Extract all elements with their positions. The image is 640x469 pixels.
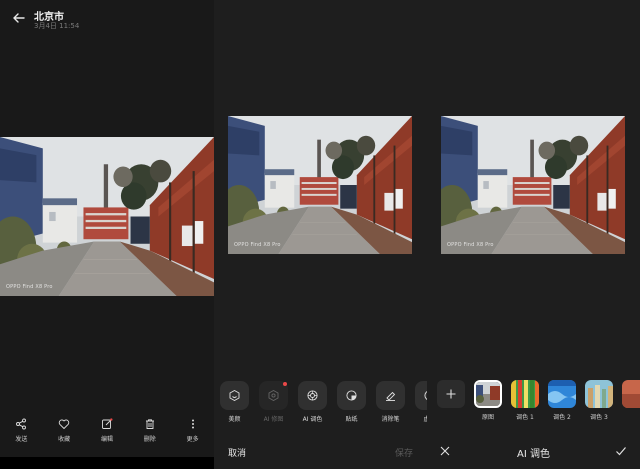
- tool-sticker[interactable]: 贴纸: [337, 381, 366, 423]
- photo[interactable]: OPPO Find X8 Pro: [0, 137, 214, 296]
- ai-color-icon: [307, 390, 318, 401]
- photo-actions-bar: 发送 收藏 编辑 删除 更多: [0, 418, 214, 443]
- delete-label: 删除: [143, 436, 156, 443]
- add-filter-button[interactable]: [437, 380, 465, 421]
- heart-icon: [59, 419, 70, 429]
- trash-icon: [145, 419, 154, 429]
- ai-color-screen: OPPO Find X8 Pro 原图 调色 1 调色 2 调色 3 AI 调色: [427, 0, 640, 469]
- tool-eraser[interactable]: 消除笔: [376, 381, 405, 423]
- more-button[interactable]: 更多: [175, 418, 211, 443]
- new-badge: [283, 382, 287, 386]
- edit-button[interactable]: 编辑: [89, 418, 125, 443]
- tool-blur[interactable]: 虚化: [415, 381, 427, 423]
- ai-color-title: AI 调色: [517, 449, 550, 460]
- back-arrow-icon[interactable]: [12, 11, 26, 25]
- filter-row: 原图 调色 1 调色 2 调色 3: [437, 380, 640, 421]
- ai-color-photo[interactable]: OPPO Find X8 Pro: [441, 116, 625, 254]
- send-label: 发送: [15, 436, 28, 443]
- more-label: 更多: [186, 436, 199, 443]
- filter-original[interactable]: 原图: [474, 380, 502, 421]
- tool-ai-retouch[interactable]: AI 修图: [259, 381, 288, 423]
- filter-1[interactable]: 调色 1: [511, 380, 539, 421]
- camera-watermark: OPPO Find X8 Pro: [234, 242, 281, 248]
- filter-thumbnail: [585, 380, 613, 408]
- camera-watermark: OPPO Find X8 Pro: [6, 284, 53, 290]
- plus-icon: [446, 389, 456, 399]
- camera-watermark: OPPO Find X8 Pro: [447, 242, 494, 248]
- filter-thumbnail: [511, 380, 539, 408]
- tool-label: 消除笔: [381, 416, 400, 423]
- photo-viewer-screen: 北京市 3月4日 11:54 OPPO Find X8 Pro 发送 收藏 编辑…: [0, 0, 214, 469]
- filter-partial[interactable]: [622, 380, 640, 421]
- photo-editor-screen: OPPO Find X8 Pro 美颜 AI 修图 AI 调色 贴纸 消除笔 虚…: [214, 0, 427, 469]
- ai-retouch-icon: [268, 389, 279, 402]
- share-icon: [16, 418, 27, 430]
- tool-label: 贴纸: [345, 416, 358, 423]
- favorite-button[interactable]: 收藏: [46, 418, 82, 443]
- edit-icon: [102, 418, 113, 429]
- tool-label: AI 调色: [302, 416, 323, 423]
- tool-label: 美颜: [228, 416, 241, 423]
- filter-3[interactable]: 调色 3: [585, 380, 613, 421]
- sticker-icon: [346, 390, 357, 401]
- tool-beauty[interactable]: 美颜: [220, 381, 249, 423]
- photo-date: 3月4日 11:54: [34, 22, 80, 30]
- editor-photo[interactable]: OPPO Find X8 Pro: [228, 116, 412, 254]
- send-button[interactable]: 发送: [3, 418, 39, 443]
- eraser-icon: [386, 391, 396, 401]
- filter-thumbnail: [622, 380, 640, 408]
- filter-2[interactable]: 调色 2: [548, 380, 576, 421]
- filter-label: 调色 2: [553, 414, 571, 421]
- bottom-strip: [0, 457, 214, 469]
- more-icon: [191, 419, 194, 429]
- confirm-check-icon[interactable]: [615, 445, 627, 457]
- beauty-icon: [229, 389, 240, 402]
- filter-label: 调色 1: [516, 414, 534, 421]
- filter-thumbnail: [548, 380, 576, 408]
- favorite-label: 收藏: [58, 436, 71, 443]
- delete-button[interactable]: 删除: [132, 418, 168, 443]
- save-button[interactable]: 保存: [395, 446, 413, 459]
- filter-label: 原图: [481, 414, 494, 421]
- edit-label: 编辑: [100, 436, 113, 443]
- cancel-button[interactable]: 取消: [228, 446, 246, 459]
- filter-label: 调色 3: [590, 414, 608, 421]
- edit-tools-row: 美颜 AI 修图 AI 调色 贴纸 消除笔 虚化: [220, 381, 427, 423]
- tool-label: AI 修图: [263, 416, 284, 423]
- filter-thumbnail: [474, 380, 502, 408]
- tool-ai-color[interactable]: AI 调色: [298, 381, 327, 423]
